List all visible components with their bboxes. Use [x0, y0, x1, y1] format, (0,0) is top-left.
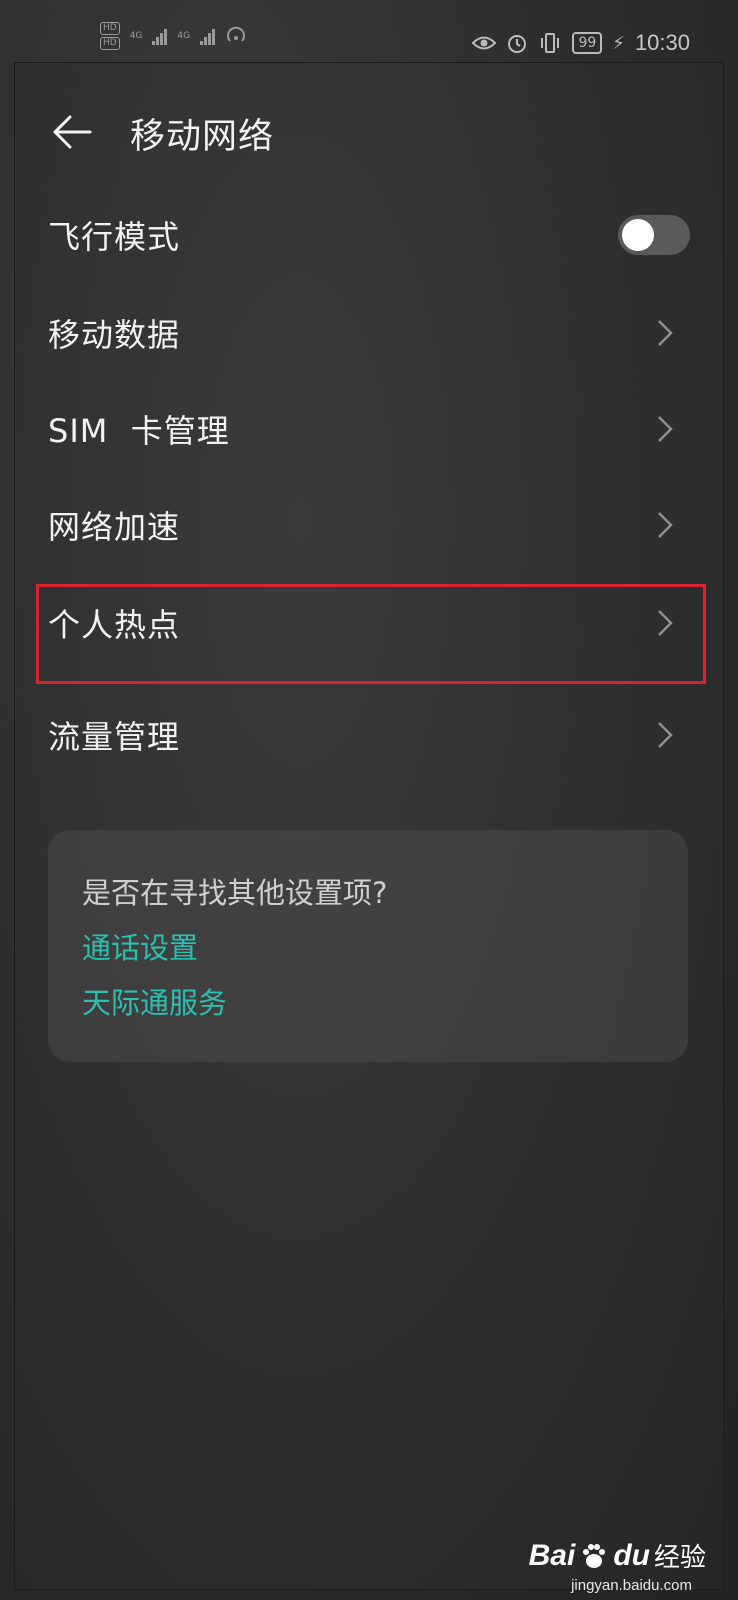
airplane-mode-toggle[interactable] [618, 215, 690, 255]
watermark-url: jingyan.baidu.com [571, 1577, 692, 1594]
paw-icon [583, 1543, 606, 1568]
app-header: 移动网络 [0, 100, 738, 170]
vibrate-icon [541, 33, 560, 53]
row-network-acceleration[interactable]: 网络加速 [0, 480, 738, 570]
watermark-label: 经验 [653, 1543, 706, 1573]
signal-icon [152, 27, 168, 45]
link-skytone-service[interactable]: 天际通服务 [82, 980, 227, 1022]
status-left: HD HD 4G 4G [100, 22, 247, 50]
toggle-knob [622, 219, 654, 251]
back-arrow-icon[interactable] [50, 112, 94, 152]
row-data-usage[interactable]: 流量管理 [0, 690, 738, 780]
chevron-right-icon [658, 512, 673, 538]
status-right: 99 ⚡ 10:30 [472, 30, 690, 56]
alarm-icon [508, 35, 527, 53]
row-sim-management[interactable]: SIM 卡管理 [0, 384, 738, 474]
suggestion-question: 是否在寻找其他设置项? [82, 876, 388, 910]
chevron-right-icon [658, 416, 673, 442]
hd-indicators: HD HD [100, 22, 120, 50]
chevron-right-icon [658, 722, 673, 748]
hd-badge-1: HD [100, 22, 120, 35]
charging-icon: ⚡ [612, 32, 625, 54]
row-label: 飞行模式 [48, 218, 181, 256]
suggestion-card: 是否在寻找其他设置项? 通话设置 天际通服务 [48, 830, 688, 1062]
chevron-right-icon [658, 320, 673, 346]
signal-icon-2 [200, 27, 216, 45]
status-bar: HD HD 4G 4G 99 ⚡ 10:30 [0, 0, 738, 62]
watermark-brand: Bai [528, 1538, 576, 1572]
link-call-settings[interactable]: 通话设置 [82, 925, 198, 967]
page-title: 移动网络 [130, 117, 275, 157]
status-time: 10:30 [634, 30, 690, 55]
network-type-1: 4G [129, 31, 143, 41]
hotspot-icon [227, 26, 246, 42]
hd-badge-2: HD [100, 37, 120, 50]
baidu-watermark: Bai du 经验 [529, 1537, 706, 1574]
row-mobile-data[interactable]: 移动数据 [0, 288, 738, 378]
eye-icon [472, 36, 497, 50]
network-type-2: 4G [177, 31, 191, 41]
row-label: 网络加速 [48, 508, 181, 546]
row-label: SIM 卡管理 [48, 412, 230, 450]
highlight-box [36, 584, 706, 684]
row-airplane-mode[interactable]: 飞行模式 [0, 190, 738, 280]
row-label: 移动数据 [48, 316, 181, 354]
row-label: 流量管理 [48, 718, 181, 756]
battery-icon: 99 [572, 32, 603, 54]
watermark-brand-2: du [613, 1538, 650, 1572]
